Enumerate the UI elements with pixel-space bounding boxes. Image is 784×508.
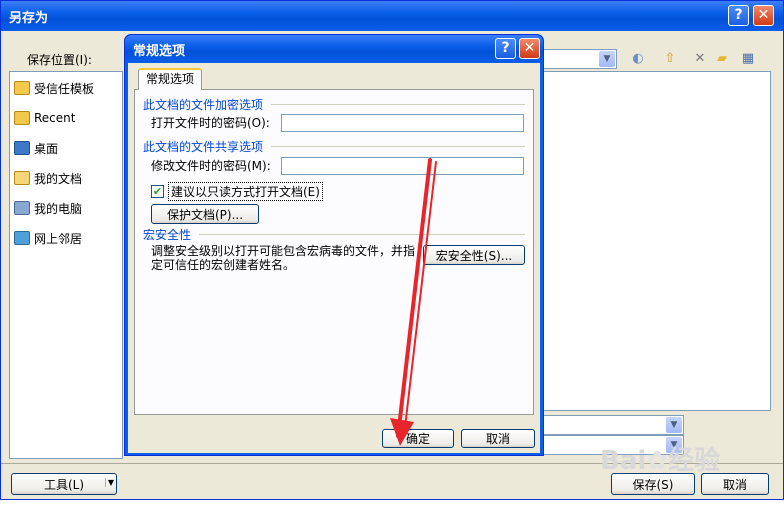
share-section-heading: 此文档的文件共享选项 <box>143 140 264 154</box>
chevron-down-icon: ▼ <box>104 478 114 487</box>
open-password-label: 打开文件时的密码(O): <box>151 116 270 130</box>
desktop-icon <box>14 141 30 155</box>
encrypt-section-heading: 此文档的文件加密选项 <box>143 98 264 112</box>
place-my-computer[interactable]: 我的电脑 <box>14 196 82 220</box>
dialog-title: 常规选项 <box>133 44 186 59</box>
macro-security-button[interactable]: 宏安全性(S)... <box>423 245 525 265</box>
tools-button[interactable]: 工具(L) ▼ <box>11 473 117 495</box>
delete-icon[interactable]: ✕ <box>691 50 709 68</box>
folder-icon <box>14 111 30 125</box>
chevron-down-icon[interactable]: ▼ <box>666 417 682 433</box>
tab-general-options[interactable]: 常规选项 <box>138 68 202 90</box>
save-in-label: 保存位置(I): <box>27 53 92 67</box>
protect-document-button[interactable]: 保护文档(P)... <box>151 204 259 224</box>
close-icon[interactable]: ✕ <box>519 38 540 59</box>
place-label: 桌面 <box>34 141 59 156</box>
computer-icon <box>14 201 30 215</box>
place-label: Recent <box>34 111 76 125</box>
save-as-titlebar: 另存为 ? ✕ <box>1 1 783 31</box>
readonly-label: 建议以只读方式打开文档(E) <box>168 182 323 201</box>
dialog-body: 常规选项 此文档的文件加密选项 打开文件时的密码(O): 此文档的文件共享选项 … <box>128 63 540 453</box>
help-icon[interactable]: ? <box>728 5 749 26</box>
readonly-recommended-option[interactable]: ✔ 建议以只读方式打开文档(E) <box>151 182 323 201</box>
divider <box>271 104 525 105</box>
file-name-field[interactable]: ▼ <box>541 415 684 435</box>
modify-password-field[interactable] <box>281 157 524 175</box>
up-folder-icon[interactable]: ⇧ <box>661 50 679 68</box>
place-trusted-templates[interactable]: 受信任模板 <box>14 76 94 100</box>
documents-icon <box>14 171 30 185</box>
save-as-title: 另存为 <box>9 11 49 26</box>
place-recent[interactable]: Recent <box>14 106 75 130</box>
open-password-field[interactable] <box>281 114 524 132</box>
readonly-checkbox[interactable]: ✔ <box>151 185 164 198</box>
place-label: 我的电脑 <box>34 201 83 216</box>
divider <box>199 234 525 235</box>
dialog-titlebar: 常规选项 ? ✕ <box>125 35 543 63</box>
folder-icon <box>14 81 30 95</box>
place-my-documents[interactable]: 我的文档 <box>14 166 82 190</box>
baidu-watermark: Bai✿经验 <box>600 446 721 476</box>
tab-panel: 此文档的文件加密选项 打开文件时的密码(O): 此文档的文件共享选项 修改文件时… <box>134 89 534 415</box>
help-icon[interactable]: ? <box>495 38 516 59</box>
place-desktop[interactable]: 桌面 <box>14 136 58 160</box>
place-label: 我的文档 <box>34 171 83 186</box>
macro-section-heading: 宏安全性 <box>143 228 192 242</box>
place-network[interactable]: 网上邻居 <box>14 226 82 250</box>
dialog-cancel-button[interactable]: 取消 <box>461 429 535 448</box>
close-icon[interactable]: ✕ <box>753 5 774 26</box>
place-label: 网上邻居 <box>34 231 83 246</box>
divider <box>271 146 525 147</box>
ok-button[interactable]: 确定 <box>382 429 454 448</box>
views-icon[interactable]: ▦ <box>739 50 757 68</box>
back-icon[interactable]: ◐ <box>629 50 647 68</box>
places-bar: 受信任模板 Recent 桌面 我的文档 我的电脑 网上邻居 <box>9 71 123 459</box>
save-in-dropdown[interactable]: ▼ <box>541 49 617 69</box>
tools-label: 工具(L) <box>43 477 85 492</box>
chevron-down-icon[interactable]: ▼ <box>599 51 615 67</box>
network-icon <box>14 231 30 245</box>
file-list[interactable] <box>541 71 771 411</box>
modify-password-label: 修改文件时的密码(M): <box>151 159 271 173</box>
new-folder-icon[interactable]: ▰ <box>713 50 731 68</box>
place-label: 受信任模板 <box>34 81 95 96</box>
general-options-dialog: 常规选项 ? ✕ 常规选项 此文档的文件加密选项 打开文件时的密码(O): 此文… <box>124 34 544 456</box>
macro-description: 调整安全级别以打开可能包含宏病毒的文件，并指定可信任的宏创建者姓名。 <box>151 244 416 272</box>
